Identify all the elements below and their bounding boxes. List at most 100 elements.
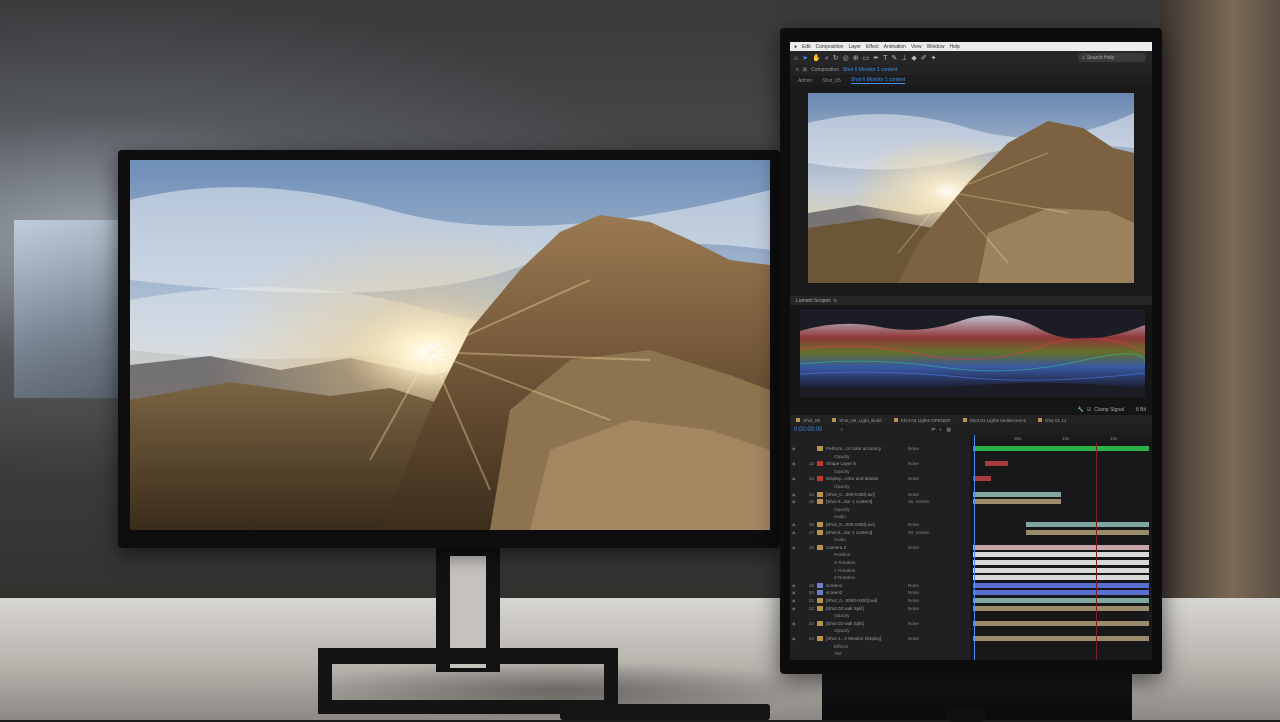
layer-duration-bar[interactable] (973, 476, 991, 482)
layer-parent-mode[interactable]: None (908, 522, 919, 527)
visibility-eye-icon[interactable]: ◉ (792, 492, 800, 497)
menu-help[interactable]: Help (949, 44, 959, 50)
layer-label-color[interactable] (817, 514, 823, 519)
layer-property-row[interactable]: Opacity (790, 612, 970, 619)
time-ruler[interactable]: 05s 10s 15s (970, 435, 1152, 443)
layer-name[interactable]: screen2 (826, 590, 898, 595)
layer-duration-bar[interactable] (973, 575, 1149, 581)
layer-label-color[interactable] (817, 613, 823, 618)
lumetri-scopes-title[interactable]: Lumetri Scopes (796, 298, 831, 304)
layer-label-color[interactable] (817, 575, 823, 580)
clamp-checkbox[interactable]: ☑ (1087, 407, 1091, 413)
puppet-tool-icon[interactable]: ✦ (931, 55, 937, 62)
layer-duration-bar[interactable] (985, 461, 1009, 467)
layer-name[interactable]: Display...color and details (826, 476, 898, 481)
layer-row[interactable]: ◉ 24 [Shot 1...2 Monitor Display] None (790, 635, 970, 642)
layer-label-color[interactable] (817, 469, 823, 474)
layer-row[interactable]: ◉ 19 screen1 None (790, 582, 970, 589)
layer-parent-mode[interactable]: 15. screen (908, 499, 929, 504)
layer-name[interactable]: Opacity (826, 613, 906, 618)
menu-layer[interactable]: Layer (848, 44, 861, 50)
visibility-eye-icon[interactable]: ◉ (792, 606, 800, 611)
layer-name[interactable]: Audio (826, 514, 906, 519)
layer-label-color[interactable] (817, 605, 823, 611)
layer-property-row[interactable]: Z Rotation (790, 574, 970, 581)
layer-row[interactable]: ◉ 12 Shape Layer 6 None (790, 460, 970, 467)
layer-name[interactable]: screen1 (826, 583, 898, 588)
pan-behind-tool-icon[interactable]: ⊕ (853, 55, 859, 62)
layer-duration-bar[interactable] (973, 544, 1149, 550)
layer-label-color[interactable] (817, 590, 823, 596)
layer-name[interactable]: Position (826, 552, 906, 557)
menu-composition[interactable]: Composition (816, 44, 844, 50)
layer-property-row[interactable]: Opacity (790, 627, 970, 634)
zoom-tool-icon[interactable]: ⌕ (825, 55, 829, 62)
layer-row[interactable]: ◉ 16 [Shot_0...000-0450].avi] None (790, 521, 970, 528)
wrench-icon[interactable]: 🔧 (1078, 407, 1084, 413)
layer-duration-bar[interactable] (973, 620, 1149, 626)
layer-label-color[interactable] (817, 552, 823, 557)
layer-name[interactable]: [Shot 6...itor 1 content] (826, 499, 898, 504)
layer-row[interactable]: ◉ 21 [Shot_0...0000-0450].avi] None (790, 597, 970, 604)
layer-parent-mode[interactable]: None (908, 461, 919, 466)
composition-viewer[interactable] (790, 86, 1152, 296)
layer-label-color[interactable] (817, 628, 823, 633)
layer-name[interactable]: Opacity (826, 628, 906, 633)
playhead[interactable] (974, 435, 975, 660)
layer-label-color[interactable] (817, 499, 823, 505)
layer-name[interactable]: Effects (826, 644, 906, 649)
layer-name[interactable]: Camera 2 (826, 545, 898, 550)
composition-name[interactable]: Shot 6 Monitor 1 content (843, 67, 897, 73)
layer-parent-mode[interactable]: None (908, 446, 919, 451)
visibility-eye-icon[interactable]: ◉ (792, 583, 800, 588)
layer-parent-mode[interactable]: 20. screen (908, 530, 929, 535)
layer-label-color[interactable] (817, 620, 823, 626)
rotate-tool-icon[interactable]: ↻ (833, 55, 839, 62)
layer-property-row[interactable]: Opacity (790, 506, 970, 513)
visibility-eye-icon[interactable]: ◉ (792, 545, 800, 550)
layer-duration-bar[interactable] (1025, 522, 1149, 527)
layer-name[interactable]: Audio (826, 537, 906, 542)
layer-property-row[interactable]: Y Rotation (790, 567, 970, 574)
menu-effect[interactable]: Effect (866, 44, 879, 50)
menu-window[interactable]: Window (927, 44, 945, 50)
stamp-tool-icon[interactable]: ⊥ (901, 55, 907, 62)
search-layers-icon[interactable]: ⌕ (840, 427, 843, 433)
layer-name[interactable]: Opacity (826, 507, 906, 512)
layer-label-color[interactable] (817, 568, 823, 573)
tab-shot-05[interactable]: Shot_05 (822, 78, 841, 84)
layer-parent-mode[interactable]: None (908, 621, 919, 626)
visibility-eye-icon[interactable]: ◉ (792, 621, 800, 626)
type-tool-icon[interactable]: T (883, 55, 887, 62)
home-icon[interactable]: ⌂ (794, 55, 798, 62)
layer-duration-bar[interactable] (973, 598, 1149, 603)
visibility-eye-icon[interactable]: ◉ (792, 461, 800, 466)
layer-row[interactable]: ◉ 14 [Shot_0...000-0450].avi] None (790, 491, 970, 498)
layer-name[interactable]: [Shot_0...0000-0450].avi] (826, 598, 898, 603)
layer-name[interactable]: Opacity (826, 484, 906, 489)
panel-menu-icon[interactable]: ≡ (796, 67, 799, 73)
layer-name[interactable]: [Shot 6...itor 1 content] (826, 530, 898, 535)
layer-duration-bar[interactable] (973, 491, 1061, 497)
layer-name[interactable]: Y Rotation (826, 568, 906, 573)
hand-tool-icon[interactable]: ✋ (812, 55, 821, 62)
timeline-tab-2[interactable]: Shot 03 Lights OPENER (893, 418, 951, 423)
pen-tool-icon[interactable]: ✒ (873, 55, 879, 62)
graph-editor-icon[interactable]: ▦ (946, 427, 951, 433)
timeline-tab-4[interactable]: shot 01 1J (1038, 418, 1066, 423)
layer-parent-mode[interactable]: None (908, 545, 919, 550)
layer-parent-mode[interactable]: None (908, 492, 919, 497)
layer-name[interactable]: X Rotation (826, 560, 906, 565)
layer-property-row[interactable]: Opacity (790, 453, 970, 460)
visibility-eye-icon[interactable]: ◉ (792, 522, 800, 527)
layer-duration-bar[interactable] (973, 560, 1149, 565)
layer-label-color[interactable] (817, 544, 823, 550)
layer-label-color[interactable] (817, 484, 823, 489)
layer-property-row[interactable]: Tint (790, 650, 970, 657)
menu-view[interactable]: View (911, 44, 922, 50)
layer-parent-mode[interactable]: None (908, 606, 919, 611)
visibility-eye-icon[interactable]: ◉ (792, 446, 800, 451)
visibility-eye-icon[interactable]: ◉ (792, 598, 800, 603)
layer-duration-bar[interactable] (973, 552, 1149, 558)
layer-label-color[interactable] (817, 598, 823, 603)
